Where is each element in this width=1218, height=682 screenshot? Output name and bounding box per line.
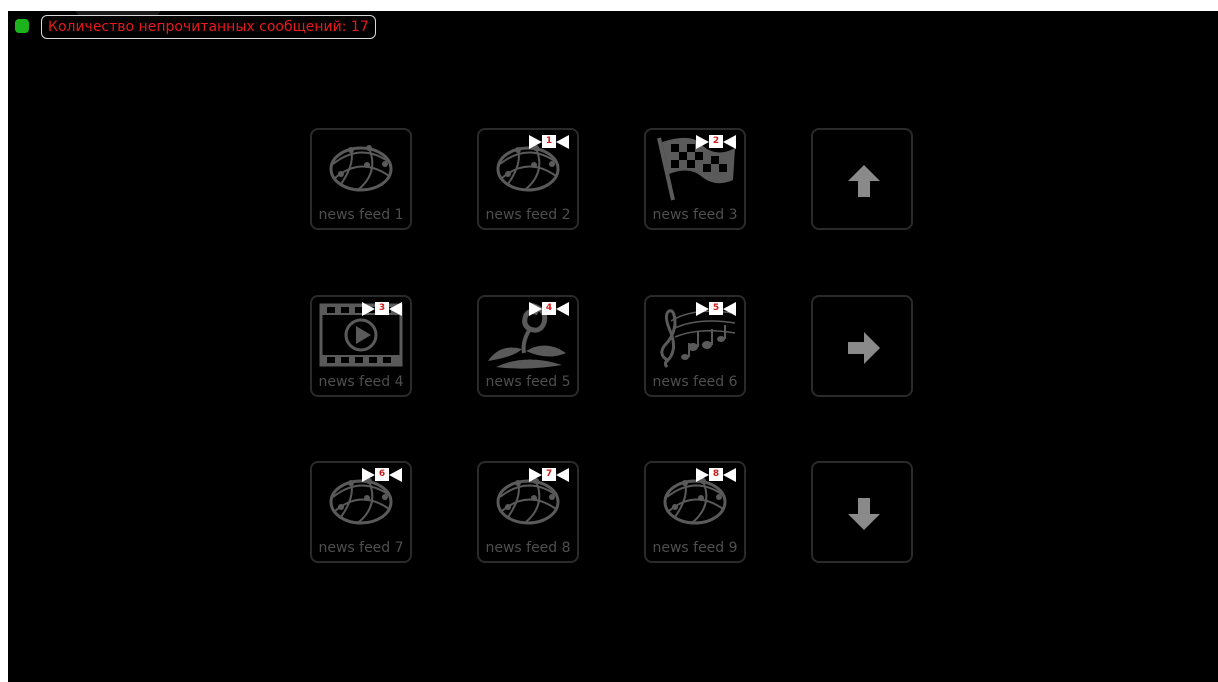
badge-count: 6 — [375, 468, 389, 481]
badge-count: 3 — [375, 302, 389, 315]
app-screen: Количество непрочитанных сообщений: 17 n… — [8, 11, 1218, 682]
tile-label: news feed 9 — [652, 540, 738, 556]
scroll-up-button[interactable] — [811, 128, 913, 230]
tile-label: news feed 3 — [652, 207, 738, 223]
globe-icon — [329, 145, 393, 192]
next-page-button[interactable] — [811, 295, 913, 397]
tile-label: news feed 2 — [485, 207, 571, 223]
unread-badge: 6 — [362, 467, 402, 483]
scroll-down-button[interactable] — [811, 461, 913, 563]
unread-badge: 2 — [696, 134, 736, 150]
badge-count: 1 — [542, 135, 556, 148]
unread-badge: 4 — [529, 301, 569, 317]
news-feed-tile-5[interactable]: 4 news feed 5 — [477, 295, 579, 397]
status-indicator — [15, 19, 29, 33]
tile-label: news feed 6 — [652, 374, 738, 390]
unread-badge: 3 — [362, 301, 402, 317]
news-feed-tile-4[interactable]: 3 news feed 4 — [310, 295, 412, 397]
unread-badge: 1 — [529, 134, 569, 150]
badge-count: 2 — [709, 135, 723, 148]
news-feed-tile-7[interactable]: 6 news feed 7 — [310, 461, 412, 563]
arrow-up-icon — [848, 165, 880, 197]
unread-count-banner: Количество непрочитанных сообщений: 17 — [41, 15, 376, 39]
tile-label: news feed 8 — [485, 540, 571, 556]
unread-badge: 7 — [529, 467, 569, 483]
tile-label: news feed 1 — [318, 207, 404, 223]
news-feed-tile-8[interactable]: 7 news feed 8 — [477, 461, 579, 563]
tile-label: news feed 5 — [485, 374, 571, 390]
unread-badge: 8 — [696, 467, 736, 483]
tile-label: news feed 4 — [318, 374, 404, 390]
news-feed-tile-9[interactable]: 8 news feed 9 — [644, 461, 746, 563]
news-feed-tile-6[interactable]: 5 news feed 6 — [644, 295, 746, 397]
news-feed-tile-2[interactable]: 1 news feed 2 — [477, 128, 579, 230]
badge-count: 5 — [709, 302, 723, 315]
arrow-down-icon — [848, 498, 880, 530]
badge-count: 4 — [542, 302, 556, 315]
news-feed-tile-3[interactable]: 2 news feed 3 — [644, 128, 746, 230]
badge-count: 7 — [542, 468, 556, 481]
news-feed-tile-1[interactable]: news feed 1 — [310, 128, 412, 230]
arrow-right-icon — [848, 332, 880, 364]
unread-badge: 5 — [696, 301, 736, 317]
badge-count: 8 — [709, 468, 723, 481]
tile-label: news feed 7 — [318, 540, 404, 556]
